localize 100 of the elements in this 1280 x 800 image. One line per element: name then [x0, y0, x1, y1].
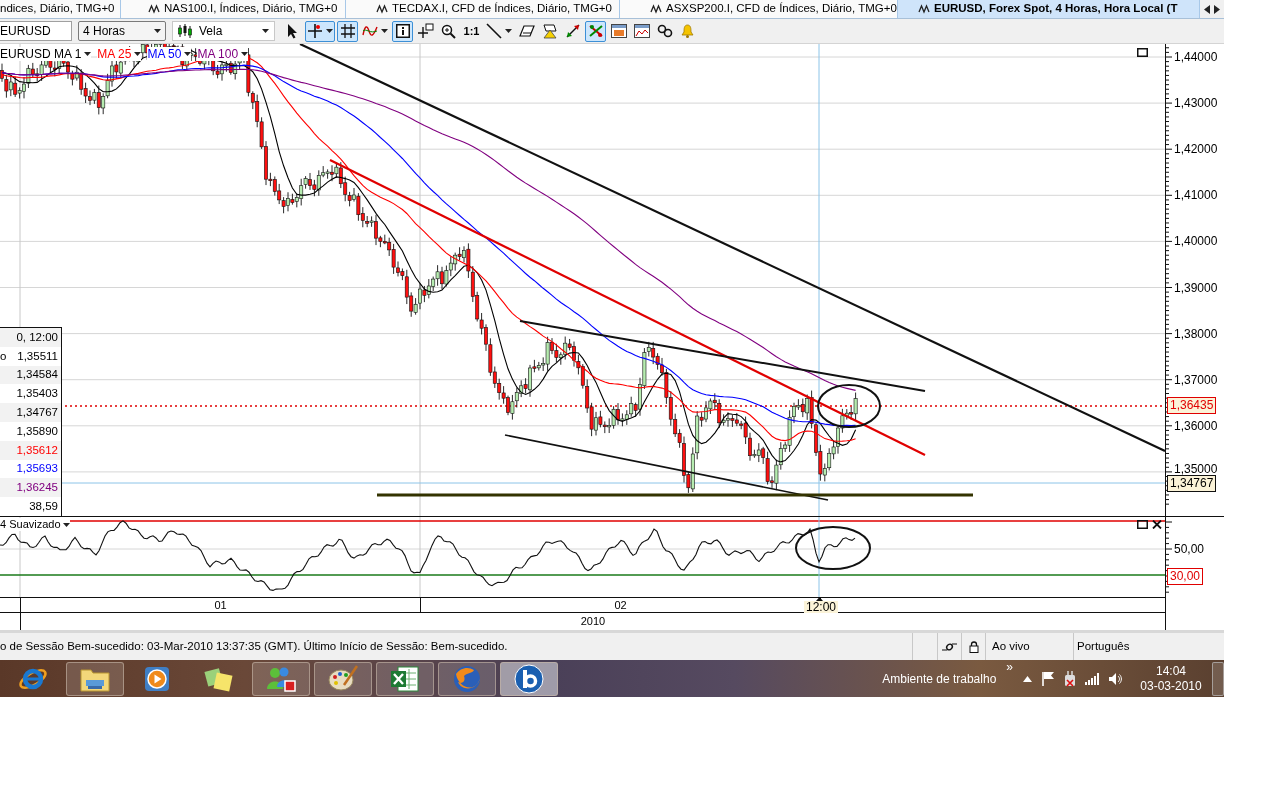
price-axis-label: 1,44000 [1174, 50, 1218, 64]
actual-size-button[interactable]: 1:1 [461, 20, 482, 42]
scroll-left-icon[interactable] [1204, 4, 1210, 14]
taskbar-app-button[interactable] [252, 661, 310, 696]
data-value: 0, 12:00 [16, 329, 58, 345]
spreadsheet-icon [390, 664, 420, 693]
data-value: 38,59 [29, 498, 58, 514]
caret-icon [134, 52, 142, 56]
window-template-icon [610, 24, 627, 38]
info-icon [395, 24, 410, 38]
clock-date[interactable]: 03-03-2010 [1140, 678, 1202, 694]
caret-icon [62, 522, 70, 527]
power-plug-icon[interactable] [1064, 670, 1076, 687]
price-axis-label: 1,37000 [1174, 372, 1218, 387]
status-message: o de Sessão Bem-sucedido: 03-Mar-2010 13:37:35 (GMT). Último Início de Sessão: Bem-sucedido. [0, 638, 509, 654]
taskbar-app-button[interactable] [500, 661, 558, 696]
indicator-menu[interactable]: 4 Suavizado [0, 518, 70, 531]
desktop-toolbar-label[interactable]: Ambiente de trabalho [882, 669, 997, 688]
trades-toggle[interactable] [585, 20, 606, 42]
chart-type-dropdown[interactable]: Vela [172, 21, 275, 41]
data-label: o [0, 348, 7, 364]
data-value: 1,35403 [16, 386, 58, 402]
candlestick-icon [178, 24, 192, 38]
flag-icon[interactable] [1041, 671, 1055, 686]
show-desktop-button[interactable] [1212, 661, 1224, 696]
caret-icon [241, 52, 249, 56]
maximize-icon[interactable] [1137, 48, 1148, 57]
price-axis-label: 1,42000 [1174, 142, 1218, 157]
plug-icon [942, 641, 957, 652]
chart-tab[interactable]: NAS100.I, Índices, Diário, TMG+0 [121, 0, 346, 18]
line-tool-icon [486, 23, 502, 39]
data-value: 1,36245 [16, 480, 58, 496]
caret-icon [326, 29, 333, 33]
toolbar-overflow[interactable]: » [1006, 661, 1013, 673]
wave-icon [650, 4, 662, 14]
chart-tab[interactable]: ASXSP200.I, CFD de Índices, Diário, TMG+0 [620, 0, 898, 18]
indicator-axis-label: 50,00 [1174, 542, 1205, 556]
price-axis-label: 1,36000 [1174, 418, 1218, 433]
media-player-icon [144, 665, 170, 692]
linked-rings-icon [656, 24, 673, 38]
arrow-line-icon [564, 23, 581, 39]
info-toggle[interactable] [392, 20, 413, 42]
data-value: 1,34767 [16, 404, 58, 420]
sticky-notes-icon [204, 665, 234, 692]
price-axis-label: 1,40000 [1174, 234, 1218, 249]
chart-tab[interactable]: ndices, Diário, TMG+0 [0, 0, 121, 18]
lock-icon [968, 640, 979, 653]
round-logo-icon [514, 663, 544, 694]
language-label: Português [1077, 638, 1130, 654]
price-axis-label: 1,41000 [1174, 188, 1218, 203]
ellipse-annotation [817, 384, 881, 428]
up-arrow-icon[interactable] [1023, 675, 1032, 682]
moving-average-menu[interactable]: MA 100 [197, 47, 249, 61]
taskbar-app-button[interactable] [314, 661, 372, 696]
caret-icon [505, 29, 512, 33]
crosshair-icon [307, 23, 323, 39]
cursor-arrow-icon [287, 23, 298, 39]
level-tag: 30,00 [1167, 568, 1204, 585]
taskbar-app-button[interactable] [66, 661, 124, 696]
bell-icon [681, 24, 694, 38]
time-axis-label: 01 [214, 597, 227, 613]
data-value: 1,35511 [17, 348, 58, 364]
maximize-icon[interactable] [1137, 520, 1148, 529]
wave-icon [148, 4, 160, 14]
scroll-right-icon[interactable] [1214, 4, 1220, 14]
year-label: 2010 [580, 614, 606, 630]
moving-average-menu[interactable]: MA 25 [97, 47, 142, 61]
caret-icon [262, 29, 269, 33]
cursor-price-tag: 1,34767 [1167, 475, 1217, 492]
zoom-in-icon [441, 23, 456, 39]
add-marker-icon [417, 23, 434, 39]
clock-time[interactable]: 14:04 [1156, 663, 1186, 679]
chart-tab[interactable]: EURUSD, Forex Spot, 4 Horas, Hora Local (T [898, 0, 1200, 18]
close-icon[interactable] [1152, 520, 1162, 529]
symbol-legend: EURUSD [0, 47, 54, 61]
last-price-tag: 1,36435 [1167, 397, 1217, 414]
indicator-wave-icon [362, 25, 378, 37]
price-axis-label: 1,39000 [1174, 280, 1218, 295]
data-value: 1,35693 [16, 461, 58, 477]
paint-palette-icon [327, 664, 359, 693]
chart-tab[interactable]: TECDAX.I, CFD de Índices, Diário, TMG+0 [346, 0, 620, 18]
alert-triangle-icon [541, 23, 558, 39]
speaker-icon[interactable] [1108, 671, 1122, 686]
eraser-icon [518, 25, 535, 37]
cursor-time-tag: 12:00 [804, 601, 839, 613]
crosshair-tool[interactable] [305, 20, 335, 42]
period-dropdown[interactable]: 4 Horas [78, 21, 166, 41]
caret-icon [154, 29, 161, 33]
grid-toggle[interactable] [337, 20, 358, 42]
caret-icon [84, 52, 92, 56]
moving-average-menu[interactable]: MA 50 [147, 47, 192, 61]
globe-swirl-icon [452, 663, 482, 694]
symbol-field[interactable]: EURUSD [0, 21, 72, 41]
moving-average-menu[interactable]: MA 1 [54, 47, 92, 61]
signal-bars-icon[interactable] [1085, 672, 1099, 685]
wave-icon [918, 4, 930, 14]
grid-icon [340, 24, 355, 38]
wave-icon [376, 4, 388, 14]
taskbar-app-button[interactable] [376, 661, 434, 696]
price-axis-label: 1,43000 [1174, 96, 1218, 111]
